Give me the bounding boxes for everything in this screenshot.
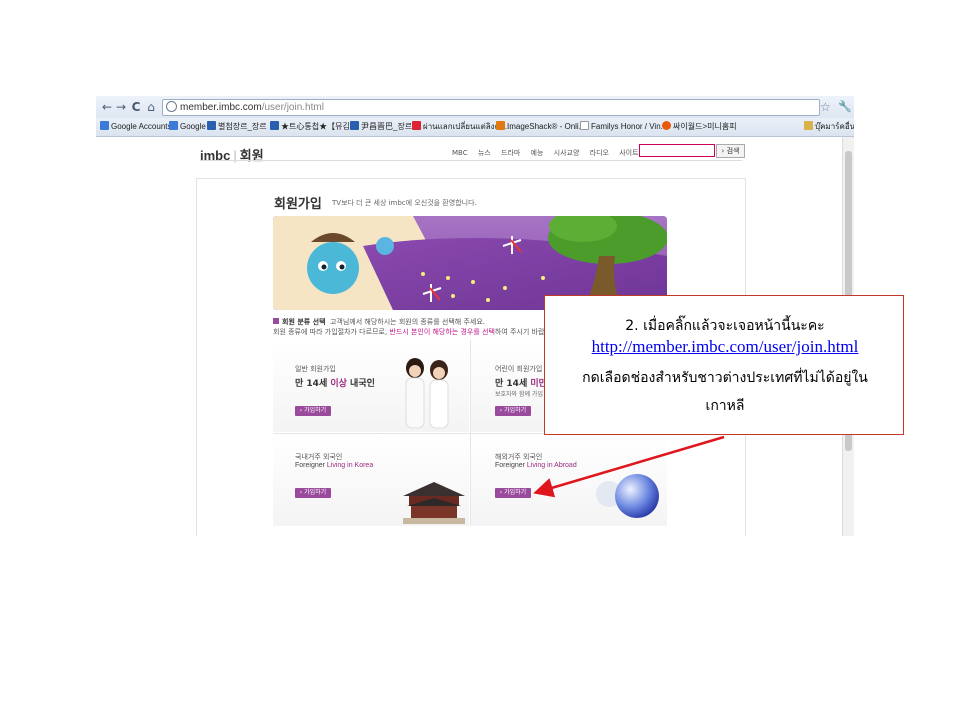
member-type-notice: 회원 분류 선택 고객님께서 해당하시는 회원의 종류를 선택해 주세요. 회원…	[273, 317, 544, 336]
bookmark-star-icon[interactable]: ☆	[820, 99, 831, 115]
card-general-member: 일반 회원가입 만 14세 이상 내국인 › 가입하기	[273, 340, 469, 432]
bookmark-item[interactable]: ★트心통첩★【뮤김...	[270, 121, 356, 133]
nav-mbc[interactable]: MBC	[452, 149, 468, 157]
nav-current-affairs[interactable]: 시사교양	[554, 149, 580, 157]
card-foreigner-abroad: 해외거주 외국인 Foreigner Living in Abroad › 가입…	[471, 434, 667, 526]
page-icon	[270, 121, 279, 130]
page-icon	[412, 121, 421, 130]
callout-step-text: 2. เมื่อคลิ๊กแล้วจะเจอหน้านี้นะคะ	[625, 318, 825, 334]
folder-icon	[804, 121, 813, 130]
google-icon	[169, 121, 178, 130]
page-icon	[662, 121, 671, 130]
card-small-label: 일반 회원가입	[295, 365, 336, 373]
join-general-button[interactable]: › 가입하기	[295, 406, 331, 416]
annotation-callout: 2. เมื่อคลิ๊กแล้วจะเจอหน้านี้นะคะ http:/…	[544, 295, 904, 435]
nav-radio[interactable]: 라디오	[590, 149, 609, 157]
card-big-label: 만 14세 이상 내국인	[295, 379, 375, 389]
other-bookmarks[interactable]: บุ๊คมาร์คอื่นๆ	[804, 121, 854, 133]
page-icon	[207, 121, 216, 130]
card-note: 보호자와 함께 가입	[495, 391, 543, 398]
join-child-button[interactable]: › 가입하기	[495, 406, 531, 416]
google-icon	[100, 121, 109, 130]
wrench-icon[interactable]: 🔧	[838, 99, 852, 115]
page-icon	[580, 121, 589, 130]
site-search-input[interactable]	[639, 144, 715, 157]
join-foreigner-korea-button[interactable]: › 가입하기	[295, 488, 331, 498]
site-logo[interactable]: imbc | 회원	[200, 145, 264, 164]
girls-photo	[405, 358, 449, 429]
page-title: 회원가입	[274, 197, 322, 212]
top-nav: MBC 뉴스 드라마 예능 시사교양 라디오 사이트맵	[448, 148, 649, 158]
join-foreigner-abroad-button[interactable]: › 가입하기	[495, 488, 531, 498]
forward-button[interactable]: →	[114, 99, 128, 115]
notice-text: 고객님께서 해당하시는 회원의 종류를 선택해 주세요.	[329, 318, 485, 326]
bookmark-item[interactable]: Google Accounts	[100, 121, 171, 133]
card-small-label: 국내거주 외국인	[295, 453, 343, 461]
url-input[interactable]: member.imbc.com/user/join.html	[162, 99, 820, 116]
card-en-label: Foreigner Living in Korea	[295, 462, 374, 469]
url-host: member.imbc.com	[180, 102, 262, 113]
home-button[interactable]: ⌂	[144, 99, 158, 115]
page-icon	[350, 121, 359, 130]
card-small-label: 해외거주 외국인	[495, 453, 543, 461]
address-bar: ← → C ⌂ member.imbc.com/user/join.html ☆…	[96, 96, 854, 119]
nav-drama[interactable]: 드라마	[501, 149, 520, 157]
reload-button[interactable]: C	[129, 99, 143, 115]
bookmark-item[interactable]: Google	[169, 121, 206, 133]
header-divider	[200, 160, 742, 161]
bookmark-item[interactable]: 尹昌晋巴_장르	[350, 121, 412, 133]
page-subtitle: TV보다 더 큰 세상 imbc에 오신것을 환영합니다.	[332, 199, 477, 207]
card-small-label: 어린이 회원가입	[495, 365, 543, 373]
url-path: /user/join.html	[261, 102, 324, 113]
card-big-label: 만 14세 미만	[495, 379, 547, 389]
site-search-button[interactable]: › 검색	[716, 144, 745, 158]
notice-bullet-icon	[273, 318, 279, 324]
nav-news[interactable]: 뉴스	[478, 149, 491, 157]
card-foreigner-korea: 국내거주 외국인 Foreigner Living in Korea › 가입하…	[273, 434, 469, 526]
globe-image	[596, 474, 659, 518]
notice-title: 회원 분류 선택	[282, 318, 326, 326]
bookmark-item[interactable]: Familys Honor / Vin...	[580, 121, 667, 133]
callout-instruction: กดเลือดช่องสำหรับชาวต่างประเทศที่ไม่ได้อ…	[582, 370, 868, 386]
palace-image	[403, 482, 465, 524]
url-text: member.imbc.com/user/join.html	[180, 100, 324, 115]
globe-icon	[166, 101, 177, 112]
page-icon	[496, 121, 505, 130]
callout-link[interactable]: http://member.imbc.com/user/join.html	[545, 337, 905, 357]
bookmark-item[interactable]: 싸이월드>미니홈피	[662, 121, 737, 133]
bookmarks-bar: Google Accounts Google 별첨장르_장르 ★트心통첩★【뮤김…	[96, 118, 854, 137]
bookmark-item[interactable]: 별첨장르_장르	[207, 121, 267, 133]
callout-instruction-cont: เกาหลี	[705, 398, 745, 414]
nav-entertainment[interactable]: 예능	[531, 149, 544, 157]
bookmark-item[interactable]: ImageShack® - Onli...	[496, 121, 585, 133]
notice-line2: 회원 종류에 따라 가입절차가 다르므로, 반드시 본인이 해당하는 경우를 선…	[273, 328, 545, 336]
card-en-label: Foreigner Living in Abroad	[495, 462, 577, 469]
back-button[interactable]: ←	[100, 99, 114, 115]
